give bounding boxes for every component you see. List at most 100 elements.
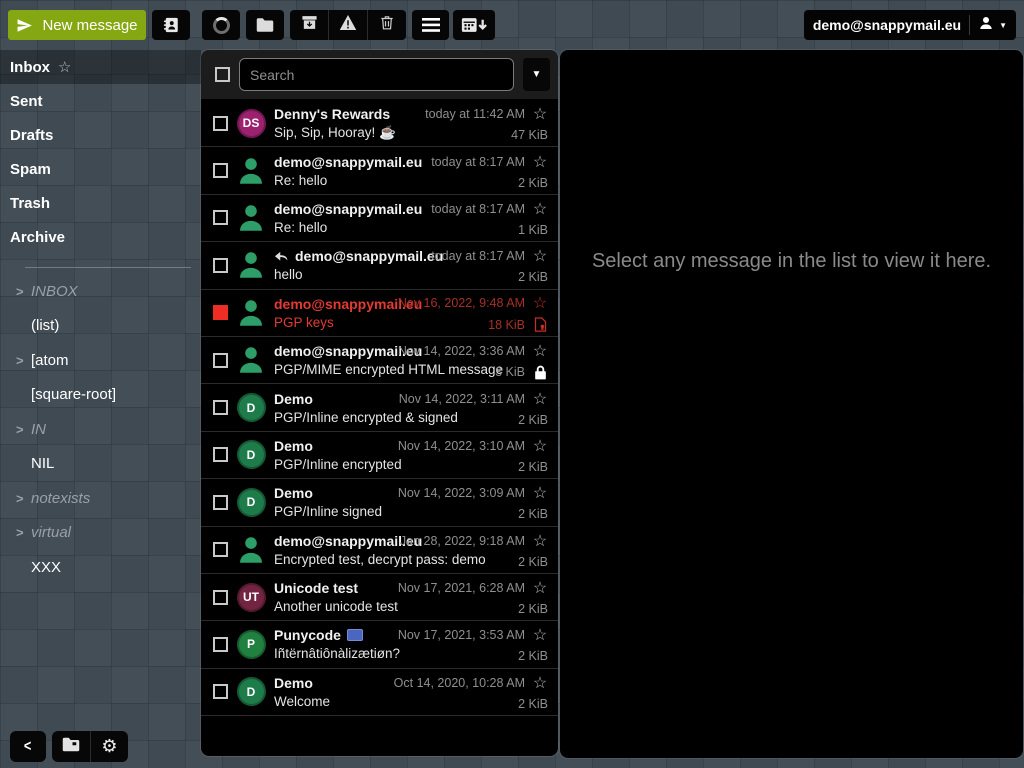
search-options-button[interactable]: ▼ <box>523 58 550 91</box>
message-size: 2 KiB <box>518 460 548 474</box>
sidebar-folder-item[interactable]: Archive <box>0 220 201 254</box>
message-size: 2 KiB <box>518 176 548 190</box>
message-row[interactable]: demo@snappymail.eu PGP/MIME encrypted HT… <box>201 337 558 384</box>
message-subject: PGP/Inline encrypted <box>274 457 402 472</box>
sidebar-folder-item[interactable]: Sent <box>0 84 201 118</box>
message-checkbox[interactable] <box>213 542 228 557</box>
send-icon <box>16 17 33 34</box>
message-row[interactable]: D Demo PGP/Inline encrypted Nov 14, 2022… <box>201 432 558 479</box>
sidebar-folder-item[interactable]: > notexists <box>0 481 201 516</box>
star-icon[interactable]: ☆ <box>532 152 548 172</box>
message-summary: demo@snappymail.eu Re: hello <box>274 201 423 235</box>
message-checkbox[interactable] <box>213 400 228 415</box>
folder-settings-icon <box>62 737 80 757</box>
message-row[interactable]: P Punycode Iñtërnâtiônàlizætiøn? Nov 17,… <box>201 621 558 668</box>
message-row[interactable]: demo@snappymail.eu Re: hello today at 8:… <box>201 147 558 194</box>
message-subject: Re: hello <box>274 220 327 235</box>
message-checkbox[interactable] <box>213 495 228 510</box>
sidebar-folder-item[interactable]: > [atom <box>0 343 201 378</box>
message-row[interactable]: D Demo Welcome Oct 14, 2020, 10:28 AM ☆ … <box>201 669 558 716</box>
message-row[interactable]: D Demo PGP/Inline encrypted & signed Nov… <box>201 384 558 431</box>
spam-button[interactable] <box>328 10 367 40</box>
sidebar-folder-item[interactable]: Spam <box>0 152 201 186</box>
message-summary: Demo PGP/Inline signed <box>274 485 390 519</box>
folder-label: notexists <box>31 490 90 507</box>
sidebar-divider <box>25 267 191 268</box>
sidebar-folder-item[interactable]: > virtual <box>0 516 201 551</box>
message-size: 47 KiB <box>511 128 548 142</box>
account-menu-button[interactable]: demo@snappymail.eu ▼ <box>804 10 1016 40</box>
message-row[interactable]: D Demo PGP/Inline signed Nov 14, 2022, 3… <box>201 479 558 526</box>
sidebar-folder-item[interactable]: NIL <box>0 447 201 482</box>
message-row[interactable]: demo@snappymail.eu PGP keys Nov 16, 2022… <box>201 290 558 337</box>
sidebar-main-folders: Inbox ☆ Sent Drafts Spam Trash Archive <box>0 50 201 254</box>
message-checkbox[interactable] <box>213 684 228 699</box>
sidebar-folder-item[interactable]: XXX <box>0 550 201 585</box>
sidebar-folder-item[interactable]: Trash <box>0 186 201 220</box>
message-summary: Unicode test Another unicode test <box>274 580 390 614</box>
star-icon[interactable]: ☆ <box>58 58 71 76</box>
message-checkbox[interactable] <box>213 163 228 178</box>
message-sender: Unicode test <box>274 580 358 596</box>
message-summary: demo@snappymail.eu PGP keys <box>274 296 390 330</box>
message-date: Nov 14, 2022, 3:11 AM <box>399 392 525 406</box>
delete-button[interactable] <box>367 10 406 40</box>
sidebar-folder-item[interactable]: > INBOX <box>0 274 201 309</box>
contacts-button[interactable] <box>152 10 190 40</box>
folder-label: XXX <box>31 559 61 576</box>
message-checkbox[interactable] <box>213 305 228 320</box>
message-checkbox[interactable] <box>213 447 228 462</box>
message-checkbox[interactable] <box>213 353 228 368</box>
star-icon[interactable]: ☆ <box>532 625 548 645</box>
star-icon[interactable]: ☆ <box>532 483 548 503</box>
new-message-button[interactable]: New message <box>8 10 146 40</box>
sidebar-folder-item[interactable]: (list) <box>0 309 201 344</box>
message-row[interactable]: UT Unicode test Another unicode test Nov… <box>201 574 558 621</box>
refresh-button[interactable] <box>202 10 240 40</box>
star-icon[interactable]: ☆ <box>532 673 548 693</box>
folder-label: [atom <box>31 352 69 369</box>
avatar <box>236 156 266 186</box>
message-checkbox[interactable] <box>213 258 228 273</box>
message-checkbox[interactable] <box>213 210 228 225</box>
message-row[interactable]: demo@snappymail.eu hello today at 8:17 A… <box>201 242 558 289</box>
message-checkbox[interactable] <box>213 116 228 131</box>
star-icon[interactable]: ☆ <box>532 389 548 409</box>
trash-icon <box>379 14 395 36</box>
sidebar-folder-item[interactable]: [square-root] <box>0 378 201 413</box>
list-menu-button[interactable] <box>412 10 449 40</box>
settings-button[interactable]: ⚙ <box>90 731 128 762</box>
new-message-label: New message <box>42 17 137 34</box>
star-icon[interactable]: ☆ <box>532 293 548 313</box>
star-icon[interactable]: ☆ <box>532 246 548 266</box>
message-meta: Nov 14, 2022, 3:10 AM ☆ 2 KiB <box>398 436 548 474</box>
calendar-download-button[interactable] <box>453 10 495 40</box>
star-icon[interactable]: ☆ <box>532 104 548 124</box>
sidebar-folder-item[interactable]: Inbox ☆ <box>0 50 201 84</box>
chevron-right-icon: > <box>16 491 30 506</box>
message-subject: PGP keys <box>274 315 334 330</box>
message-row[interactable]: demo@snappymail.eu Re: hello today at 8:… <box>201 195 558 242</box>
manage-folders-button[interactable] <box>52 731 90 762</box>
message-checkbox[interactable] <box>213 637 228 652</box>
message-row[interactable]: demo@snappymail.eu Encrypted test, decry… <box>201 527 558 574</box>
star-icon[interactable]: ☆ <box>532 578 548 598</box>
sidebar-folder-item[interactable]: > IN <box>0 412 201 447</box>
message-subject: Re: hello <box>274 173 327 188</box>
sidebar-folder-item[interactable]: Drafts <box>0 118 201 152</box>
collapse-sidebar-button[interactable]: < <box>10 731 46 762</box>
message-row[interactable]: DS Denny's Rewards Sip, Sip, Hooray! ☕ t… <box>201 100 558 147</box>
message-date: Nov 17, 2021, 3:53 AM <box>398 628 525 642</box>
star-icon[interactable]: ☆ <box>532 531 548 551</box>
search-input[interactable] <box>239 58 514 91</box>
message-checkbox[interactable] <box>213 590 228 605</box>
message-date: Nov 17, 2021, 6:28 AM <box>398 581 525 595</box>
star-icon[interactable]: ☆ <box>532 199 548 219</box>
star-icon[interactable]: ☆ <box>532 436 548 456</box>
archive-button[interactable] <box>290 10 328 40</box>
account-person-icon <box>978 15 994 36</box>
select-all-checkbox[interactable] <box>215 67 230 82</box>
message-size: 1 KiB <box>518 223 548 237</box>
move-to-folder-button[interactable] <box>246 10 284 40</box>
star-icon[interactable]: ☆ <box>532 341 548 361</box>
